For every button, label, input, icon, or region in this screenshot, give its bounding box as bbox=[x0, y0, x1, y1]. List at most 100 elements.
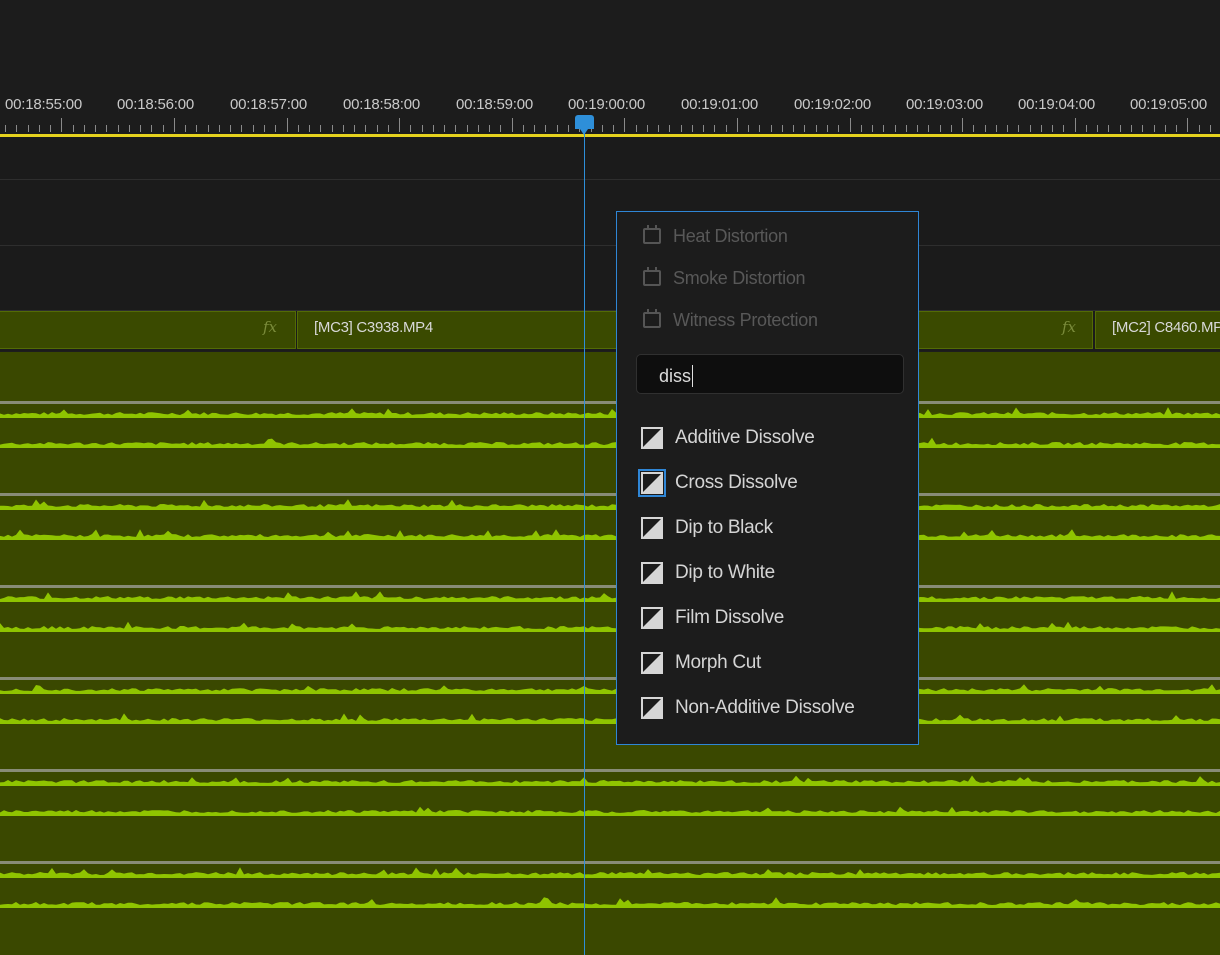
ruler-tick bbox=[489, 125, 490, 132]
transition-icon bbox=[641, 697, 663, 719]
search-input[interactable]: diss bbox=[636, 354, 904, 394]
transition-item-additive-dissolve[interactable]: Additive Dissolve bbox=[641, 422, 815, 454]
fx-badge-icon: fx bbox=[263, 318, 278, 336]
video-track-3[interactable] bbox=[0, 137, 1220, 180]
ruler-tick bbox=[1075, 118, 1076, 132]
video-track-2[interactable] bbox=[0, 180, 1220, 246]
effect-folder-icon bbox=[643, 225, 661, 244]
ruler-tick bbox=[726, 125, 727, 132]
ruler-tick bbox=[816, 125, 817, 132]
ruler-tick bbox=[996, 125, 997, 132]
effect-item-label: Witness Protection bbox=[673, 309, 818, 330]
ruler-tick bbox=[1165, 125, 1166, 132]
effect-item-label: Heat Distortion bbox=[673, 225, 788, 246]
ruler-tick bbox=[669, 125, 670, 132]
ruler-tick bbox=[613, 125, 614, 132]
ruler-tick bbox=[1086, 125, 1087, 132]
ruler-tick bbox=[500, 125, 501, 132]
ruler-tick bbox=[185, 125, 186, 132]
audio-waveform bbox=[0, 897, 1220, 908]
ruler-tick bbox=[332, 125, 333, 132]
ruler-tick bbox=[568, 125, 569, 132]
ruler-tick bbox=[241, 125, 242, 132]
ruler-tick bbox=[73, 125, 74, 132]
transition-item-dip-to-white[interactable]: Dip to White bbox=[641, 557, 775, 589]
ruler-tick bbox=[455, 125, 456, 132]
ruler-tick bbox=[163, 125, 164, 132]
ruler-tick bbox=[61, 118, 62, 132]
ruler-tick bbox=[545, 125, 546, 132]
ruler-tick bbox=[5, 125, 6, 132]
effect-folder-icon bbox=[643, 267, 661, 286]
transition-item-dip-to-black[interactable]: Dip to Black bbox=[641, 512, 773, 544]
ruler-tick bbox=[1142, 125, 1143, 132]
transition-item-morph-cut[interactable]: Morph Cut bbox=[641, 647, 761, 679]
ruler-tick bbox=[602, 125, 603, 132]
ruler-tick bbox=[1108, 125, 1109, 132]
ruler-tick bbox=[140, 125, 141, 132]
ruler-tick bbox=[16, 125, 17, 132]
ruler-tick bbox=[557, 125, 558, 132]
video-clip[interactable]: fx bbox=[0, 311, 296, 349]
ruler-tick bbox=[861, 125, 862, 132]
audio-waveform bbox=[0, 775, 1220, 786]
ruler-tick bbox=[399, 118, 400, 132]
timeline-panel[interactable]: 00:18:55:00 00:18:56:00 00:18:57:00 00:1… bbox=[0, 0, 1220, 955]
ruler-tick bbox=[1187, 118, 1188, 132]
ruler-timecode: 00:18:55:00 bbox=[5, 96, 83, 113]
ruler-timecode: 00:18:59:00 bbox=[456, 96, 534, 113]
ruler-tick bbox=[1097, 125, 1098, 132]
ruler-tick bbox=[985, 125, 986, 132]
ruler-tick bbox=[1154, 125, 1155, 132]
ruler-tick bbox=[196, 125, 197, 132]
ruler-tick bbox=[1018, 125, 1019, 132]
audio-waveform bbox=[0, 591, 1220, 602]
transition-item-label: Film Dissolve bbox=[675, 607, 785, 628]
ruler-tick bbox=[928, 125, 929, 132]
ruler-tick bbox=[253, 125, 254, 132]
ruler-tick bbox=[658, 125, 659, 132]
audio-waveform bbox=[0, 806, 1220, 816]
transition-item-cross-dissolve[interactable]: Cross Dissolve bbox=[638, 467, 798, 499]
ruler-tick bbox=[298, 125, 299, 132]
audio-waveform bbox=[0, 621, 1220, 632]
ruler-tick bbox=[523, 125, 524, 132]
ruler-tick bbox=[50, 125, 51, 132]
fx-badge-icon: fx bbox=[1062, 318, 1077, 336]
ruler-tick bbox=[1131, 125, 1132, 132]
ruler-tick bbox=[906, 125, 907, 132]
video-clip[interactable]: [MC2] C8460.MP4 bbox=[1095, 311, 1220, 349]
ruler-tick bbox=[410, 125, 411, 132]
playhead-handle[interactable] bbox=[575, 115, 594, 135]
ruler-tick bbox=[478, 125, 479, 132]
ruler-tick bbox=[962, 118, 963, 132]
transition-icon bbox=[641, 562, 663, 584]
ruler-tick bbox=[827, 125, 828, 132]
transition-item-non-additive-dissolve[interactable]: Non-Additive Dissolve bbox=[641, 692, 855, 724]
time-ruler[interactable]: 00:18:55:00 00:18:56:00 00:18:57:00 00:1… bbox=[0, 90, 1220, 136]
ruler-tick bbox=[883, 125, 884, 132]
ruler-tick bbox=[422, 125, 423, 132]
ruler-timecode: 00:19:05:00 bbox=[1130, 96, 1208, 113]
ruler-tick bbox=[703, 125, 704, 132]
audio-tracks[interactable] bbox=[0, 352, 1220, 955]
ruler-tick bbox=[1120, 125, 1121, 132]
ruler-timecode: 00:18:58:00 bbox=[343, 96, 421, 113]
ruler-tick bbox=[174, 118, 175, 132]
transition-item-film-dissolve[interactable]: Film Dissolve bbox=[641, 602, 784, 634]
effect-item-disabled: Smoke Distortion bbox=[643, 264, 806, 292]
ruler-tick bbox=[771, 125, 772, 132]
audio-waveform bbox=[0, 683, 1220, 694]
video-track-1-empty[interactable] bbox=[0, 246, 1220, 311]
ruler-tick bbox=[129, 125, 130, 132]
ruler-tick bbox=[759, 125, 760, 132]
effect-folder-icon bbox=[643, 309, 661, 328]
ruler-tick bbox=[84, 125, 85, 132]
ruler-tick bbox=[782, 125, 783, 132]
effect-item-disabled: Witness Protection bbox=[643, 306, 818, 334]
transition-icon bbox=[641, 517, 663, 539]
ruler-tick bbox=[95, 125, 96, 132]
ruler-tick bbox=[1041, 125, 1042, 132]
transition-icon bbox=[641, 652, 663, 674]
ruler-timecode: 00:18:57:00 bbox=[230, 96, 308, 113]
